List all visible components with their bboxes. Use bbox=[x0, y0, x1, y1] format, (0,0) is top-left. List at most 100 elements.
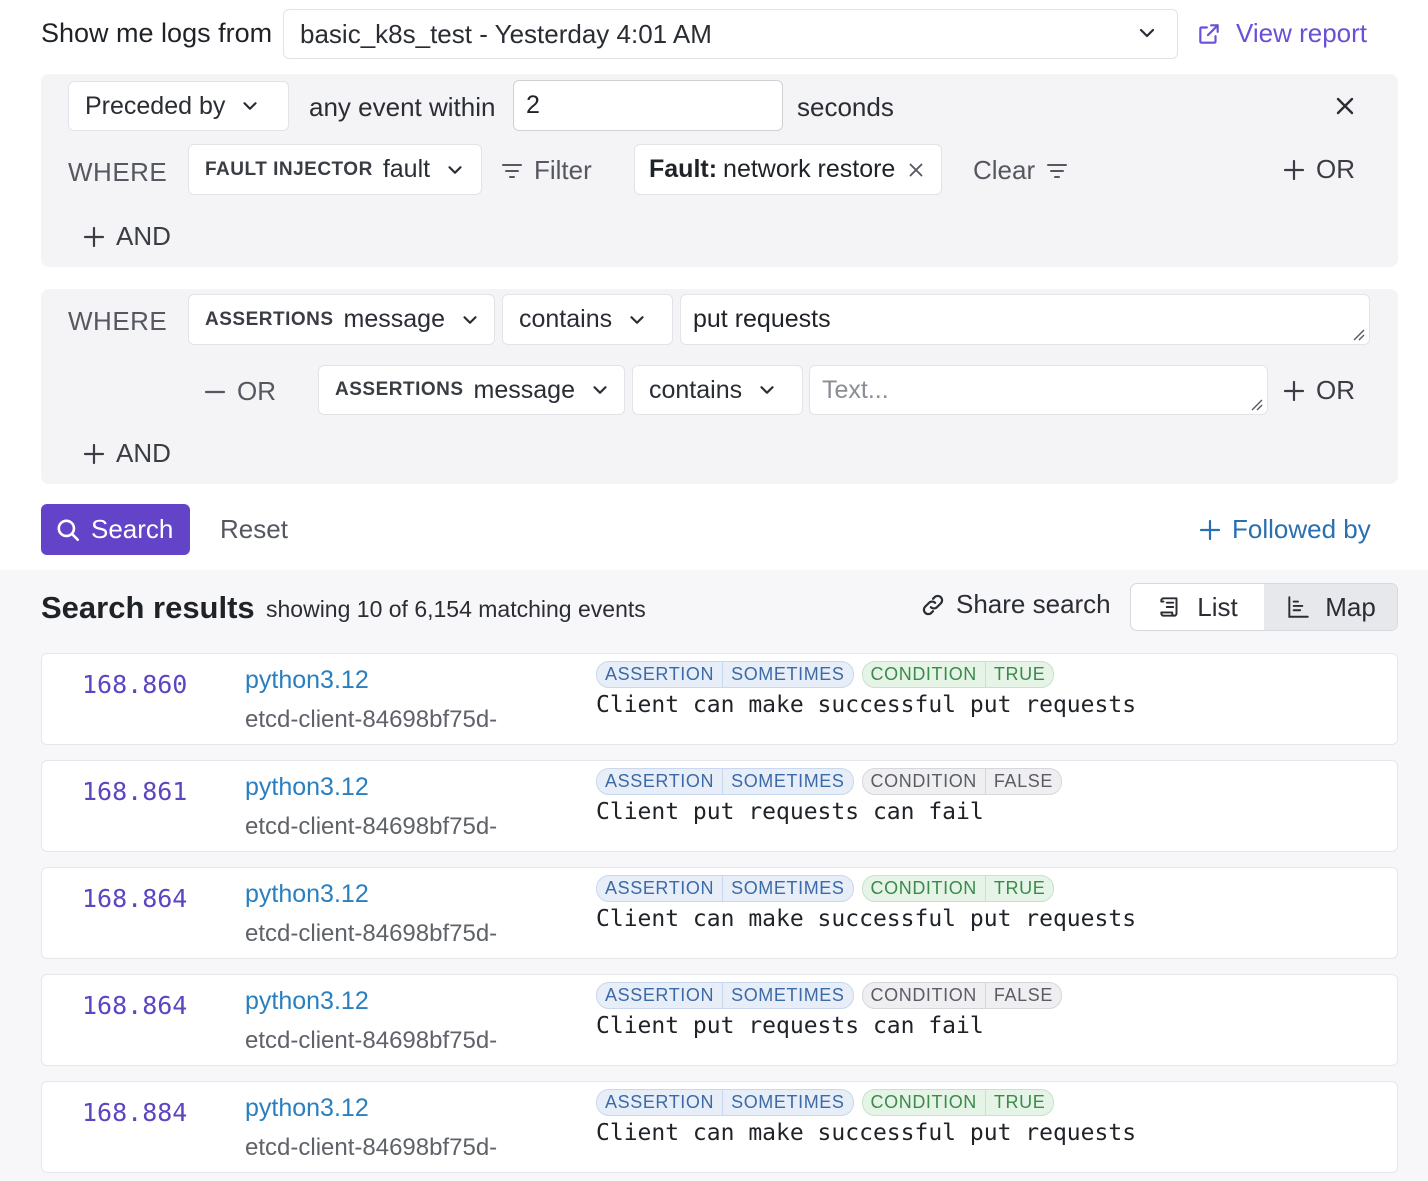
plus-icon bbox=[1283, 380, 1305, 401]
chip-key: Fault: bbox=[649, 155, 718, 183]
assertion-tag-label: ASSERTION bbox=[605, 771, 715, 791]
assertion-tag: ASSERTION SOMETIMES bbox=[596, 1089, 854, 1116]
result-row[interactable]: 168.864 python3.12 etcd-client-84698bf75d-… bbox=[41, 867, 1398, 959]
event-process-link[interactable]: python3.12 bbox=[245, 666, 369, 695]
sometimes-tag-label: SOMETIMES bbox=[722, 1090, 852, 1115]
filter-button[interactable]: Filter bbox=[500, 155, 592, 186]
share-search-label: Share search bbox=[956, 589, 1111, 619]
or-label: OR bbox=[1316, 154, 1355, 184]
resize-grip-icon[interactable] bbox=[1351, 327, 1365, 341]
view-report-link[interactable]: View report bbox=[1196, 18, 1367, 49]
condition-value-textarea[interactable]: put requests bbox=[680, 294, 1370, 345]
external-link-icon bbox=[1199, 23, 1219, 44]
result-row[interactable]: 168.860 python3.12 etcd-client-84698bf75d-… bbox=[41, 653, 1398, 745]
remove-or-button[interactable]: OR bbox=[203, 376, 276, 407]
clear-label: Clear bbox=[973, 155, 1036, 185]
event-host: etcd-client-84698bf75d- bbox=[245, 813, 498, 840]
result-row[interactable]: 168.861 python3.12 etcd-client-84698bf75d-… bbox=[41, 760, 1398, 852]
chevron-down-icon bbox=[593, 386, 607, 394]
seconds-label: seconds bbox=[797, 92, 894, 122]
fault-filter-chip[interactable]: Fault: network restore bbox=[634, 144, 942, 195]
filter-label: Filter bbox=[534, 155, 592, 185]
followed-by-button[interactable]: Followed by bbox=[1198, 514, 1371, 545]
event-host: etcd-client-84698bf75d- bbox=[245, 920, 498, 947]
event-process-link[interactable]: python3.12 bbox=[245, 987, 369, 1016]
assertion-tag: ASSERTION SOMETIMES bbox=[596, 768, 854, 795]
or-label: OR bbox=[1316, 375, 1355, 405]
preceded-mode-select[interactable]: Preceded by bbox=[68, 81, 289, 131]
reset-button[interactable]: Reset bbox=[220, 514, 288, 545]
show-logs-label: Show me logs from bbox=[41, 18, 273, 48]
report-select-value: basic_k8s_test - Yesterday 4:01 AM bbox=[300, 18, 712, 49]
view-map-label: Map bbox=[1325, 591, 1376, 622]
result-row[interactable]: 168.884 python3.12 etcd-client-84698bf75d-… bbox=[41, 1081, 1398, 1173]
field-caption: FAULT INJECTOR bbox=[205, 158, 373, 180]
condition-placeholder: Text... bbox=[822, 375, 889, 404]
event-timestamp[interactable]: 168.860 bbox=[82, 670, 187, 699]
where-label: WHERE bbox=[68, 306, 168, 336]
event-host: etcd-client-84698bf75d- bbox=[245, 1027, 498, 1054]
view-map-button[interactable]: Map bbox=[1264, 584, 1397, 630]
minus-icon bbox=[204, 390, 226, 393]
condition-operator-select[interactable]: contains bbox=[502, 294, 673, 345]
condition-tag: CONDITION TRUE bbox=[861, 875, 1055, 902]
condition-field-select[interactable]: ASSERTIONS message bbox=[318, 365, 625, 415]
plus-icon bbox=[83, 226, 105, 247]
event-timestamp[interactable]: 168.884 bbox=[82, 1098, 187, 1127]
event-tags: ASSERTION SOMETIMES CONDITION TRUE bbox=[596, 1089, 1055, 1116]
condition-field-select[interactable]: ASSERTIONS message bbox=[188, 294, 495, 345]
where-label: WHERE bbox=[68, 157, 168, 187]
clear-filters-button[interactable]: Clear bbox=[973, 155, 1069, 186]
event-timestamp[interactable]: 168.861 bbox=[82, 777, 187, 806]
link-icon bbox=[922, 594, 944, 615]
view-list-button[interactable]: List bbox=[1131, 584, 1264, 630]
search-button[interactable]: Search bbox=[41, 504, 190, 555]
remove-chip-icon[interactable] bbox=[905, 159, 927, 181]
event-message: Client put requests can fail bbox=[596, 1013, 984, 1039]
event-process-link[interactable]: python3.12 bbox=[245, 880, 369, 909]
add-and-button[interactable]: AND bbox=[82, 438, 171, 469]
report-select[interactable]: basic_k8s_test - Yesterday 4:01 AM bbox=[283, 9, 1178, 59]
condition-tag: CONDITION TRUE bbox=[861, 1089, 1055, 1116]
close-icon[interactable] bbox=[1333, 94, 1357, 118]
sometimes-tag-label: SOMETIMES bbox=[722, 769, 852, 794]
share-search-button[interactable]: Share search bbox=[920, 589, 1111, 620]
resize-grip-icon[interactable] bbox=[1249, 397, 1263, 411]
add-or-button[interactable]: OR bbox=[1282, 375, 1355, 406]
condition-value-textarea[interactable]: Text... bbox=[809, 365, 1268, 415]
event-process-link[interactable]: python3.12 bbox=[245, 1094, 369, 1123]
event-timestamp[interactable]: 168.864 bbox=[82, 884, 187, 913]
condition-value: put requests bbox=[693, 305, 831, 333]
field-caption: ASSERTIONS bbox=[335, 379, 464, 400]
condition-tag-value: FALSE bbox=[984, 983, 1061, 1008]
event-host: etcd-client-84698bf75d- bbox=[245, 706, 498, 733]
search-label: Search bbox=[91, 514, 174, 544]
event-tags: ASSERTION SOMETIMES CONDITION TRUE bbox=[596, 875, 1055, 902]
field-name: fault bbox=[382, 155, 431, 183]
event-process-link[interactable]: python3.12 bbox=[245, 773, 369, 802]
seconds-input[interactable]: 2 bbox=[513, 80, 783, 131]
chevron-down-icon bbox=[243, 102, 257, 110]
condition-operator-select[interactable]: contains bbox=[632, 365, 803, 415]
sometimes-tag-label: SOMETIMES bbox=[722, 876, 852, 901]
condition-tag-value: TRUE bbox=[984, 1090, 1053, 1115]
assertion-tag: ASSERTION SOMETIMES bbox=[596, 982, 854, 1009]
condition-tag-label: CONDITION bbox=[870, 1092, 977, 1112]
chevron-down-icon bbox=[630, 315, 644, 324]
event-timestamp[interactable]: 168.864 bbox=[82, 991, 187, 1020]
add-or-button[interactable]: OR bbox=[1282, 154, 1355, 185]
fault-field-select[interactable]: FAULT INJECTOR fault bbox=[188, 144, 482, 195]
event-host: etcd-client-84698bf75d- bbox=[245, 1134, 498, 1161]
filter-icon bbox=[1047, 163, 1068, 178]
condition-tag-label: CONDITION bbox=[870, 771, 977, 791]
or-prefix-label: OR bbox=[237, 376, 276, 406]
add-and-button[interactable]: AND bbox=[82, 221, 171, 252]
assertion-tag-label: ASSERTION bbox=[605, 985, 715, 1005]
and-label: AND bbox=[116, 221, 171, 251]
condition-tag-label: CONDITION bbox=[870, 985, 977, 1005]
event-tags: ASSERTION SOMETIMES CONDITION FALSE bbox=[596, 768, 1062, 795]
result-row[interactable]: 168.864 python3.12 etcd-client-84698bf75d-… bbox=[41, 974, 1398, 1066]
event-message: Client can make successful put requests bbox=[596, 692, 1137, 718]
search-icon bbox=[57, 518, 80, 541]
plus-icon bbox=[1283, 159, 1305, 180]
